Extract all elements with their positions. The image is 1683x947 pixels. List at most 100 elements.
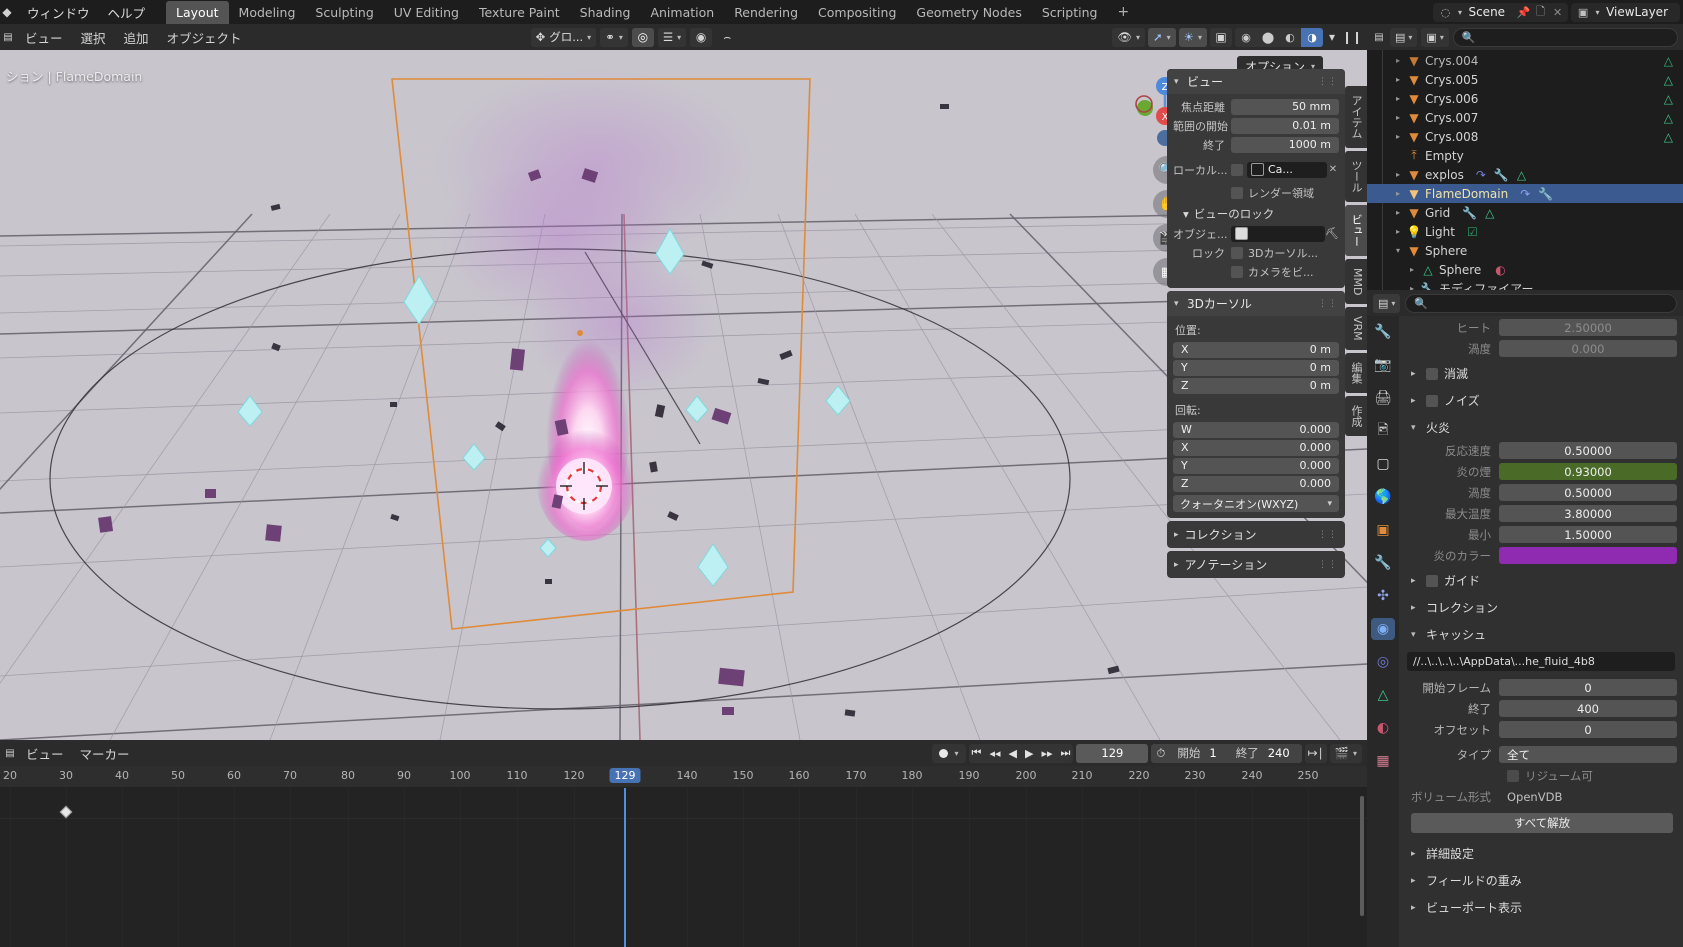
extra-tool-icon[interactable]: ⌢ [716, 28, 738, 47]
disclosure-triangle-icon[interactable]: ▸ [1391, 208, 1405, 217]
mesh-data-icon[interactable]: △ [1664, 111, 1673, 125]
tab-rendering[interactable]: Rendering [724, 1, 808, 24]
outliner-row-empty[interactable]: ⤒ Empty [1367, 146, 1683, 165]
snap-dropdown[interactable]: ⚭ ▾ [600, 27, 628, 47]
new-scene-icon[interactable]: 🗋 [1532, 3, 1549, 22]
mesh-data-icon[interactable]: △ [1664, 130, 1673, 144]
viewport-menu-select[interactable]: 選択 [72, 25, 115, 50]
modifier-icon[interactable]: 🔧 [1462, 206, 1477, 220]
npanel-tab-create[interactable]: 作成 [1345, 396, 1367, 437]
outliner-row-crys008[interactable]: ▸ ▼ Crys.008 △ [1367, 127, 1683, 146]
timeline-menu-marker[interactable]: マーカー [72, 741, 138, 766]
next-keyframe-icon[interactable]: ▸▸ [1041, 747, 1052, 760]
light-data-icon[interactable]: ☑ [1467, 225, 1478, 239]
outliner-row-grid[interactable]: ▸ ▼ Grid 🔧 △ [1367, 203, 1683, 222]
local-camera-checkbox[interactable] [1231, 163, 1243, 176]
collection-section-header[interactable]: ▸ コレクション [1403, 594, 1677, 621]
visibility-dropdown[interactable]: 👁 ▾ [1112, 27, 1146, 47]
close-icon[interactable]: ✕ [1327, 164, 1339, 175]
disclosure-triangle-icon[interactable]: ▾ [1391, 246, 1405, 255]
tab-shading[interactable]: Shading [570, 1, 641, 24]
tab-uv-editing[interactable]: UV Editing [384, 1, 469, 24]
gizmo-toggle[interactable]: ➚ ▾ [1148, 27, 1176, 47]
animation-icon[interactable]: ↷ [1476, 168, 1486, 182]
tab-scripting[interactable]: Scripting [1032, 1, 1108, 24]
material-icon[interactable]: ◐ [1495, 263, 1505, 277]
playhead-label[interactable]: 129 [609, 768, 641, 783]
add-workspace-button[interactable]: + [1107, 2, 1139, 22]
start-frame-value[interactable]: 1 [1207, 746, 1228, 760]
properties-search-input[interactable]: 🔍 [1405, 293, 1677, 313]
data-icon[interactable]: △ [1371, 684, 1395, 706]
dissolve-checkbox[interactable] [1426, 367, 1438, 380]
tab-modeling[interactable]: Modeling [229, 1, 306, 24]
tab-texture-paint[interactable]: Texture Paint [469, 1, 570, 24]
noise-section-header[interactable]: ▸ ノイズ [1403, 387, 1677, 414]
noise-checkbox[interactable] [1426, 394, 1438, 407]
npanel-tab-view[interactable]: ビュー [1345, 205, 1367, 256]
disclosure-triangle-icon[interactable]: ▸ [1391, 170, 1405, 179]
overlays-toggle[interactable]: ☀ ▾ [1178, 27, 1207, 47]
clip-end-field[interactable]: 1000 m [1231, 136, 1339, 153]
world-icon[interactable]: 🌎 [1371, 486, 1395, 508]
flame-smoke-field[interactable]: 0.93000 [1499, 463, 1677, 480]
scene-icon[interactable]: ▢ [1371, 453, 1395, 475]
blender-logo-icon[interactable]: ◆ [0, 5, 14, 19]
viewport-menu-add[interactable]: 追加 [115, 25, 158, 50]
output-icon[interactable]: 🖨 [1371, 387, 1395, 409]
render-region-row[interactable]: レンダー領域 [1173, 184, 1339, 201]
jump-end-icon[interactable]: ⏭ [1060, 746, 1070, 760]
outliner-filter-button[interactable]: ▣ ▾ [1421, 27, 1449, 47]
tab-compositing[interactable]: Compositing [808, 1, 906, 24]
npanel-tab-mmd[interactable]: MMD [1345, 259, 1367, 305]
viewport-display-section-header[interactable]: ▸ ビューポート表示 [1403, 894, 1677, 921]
outliner-row-light[interactable]: ▸ 💡 Light ☑ [1367, 222, 1683, 241]
disclosure-triangle-icon[interactable]: ▸ [1391, 132, 1405, 141]
disclosure-triangle-icon[interactable]: ▸ [1391, 94, 1405, 103]
cache-offset-field[interactable]: 0 [1499, 721, 1677, 738]
outliner-search-input[interactable]: 🔍 [1452, 27, 1678, 47]
min-temp-field[interactable]: 1.50000 [1499, 526, 1677, 543]
cache-end-field[interactable]: 400 [1499, 700, 1677, 717]
npanel-tab-item[interactable]: アイテム [1345, 86, 1367, 148]
render-region-checkbox[interactable] [1231, 186, 1243, 199]
cursor-pos-z-field[interactable]: Z 0 m [1173, 377, 1339, 394]
material-icon[interactable]: ◐ [1371, 717, 1395, 739]
outliner-row-sphere[interactable]: ▾ ▼ Sphere [1367, 241, 1683, 260]
falloff-dropdown[interactable]: ☰ ▾ [657, 27, 687, 47]
properties-editor-type-dropdown[interactable]: ▤ ▾ [1373, 293, 1401, 313]
texture-icon[interactable]: ▦ [1371, 750, 1395, 772]
shading-rendered-icon[interactable]: ◑ [1301, 27, 1323, 47]
local-camera-field[interactable]: Ca... [1247, 161, 1327, 178]
shading-dropdown-icon[interactable]: ▾ [1326, 28, 1338, 47]
cursor-section-header[interactable]: ▾ 3Dカーソル ⋮⋮ [1167, 291, 1345, 316]
mesh-data-icon[interactable]: △ [1485, 206, 1494, 220]
heat-field[interactable]: 2.50000 [1499, 319, 1677, 336]
outliner-row-crys006[interactable]: ▸ ▼ Crys.006 △ [1367, 89, 1683, 108]
tab-layout[interactable]: Layout [166, 0, 229, 24]
modifier-icon[interactable]: 🔧 [1494, 168, 1509, 182]
cache-section-header[interactable]: ▾ キャッシュ [1403, 621, 1677, 648]
tab-geometry-nodes[interactable]: Geometry Nodes [906, 1, 1031, 24]
resumable-checkbox[interactable] [1507, 769, 1519, 782]
viewport-menu-view[interactable]: ビュー [16, 25, 72, 50]
object-icon[interactable]: ▣ [1371, 519, 1395, 541]
pause-icon[interactable]: ❙❙ [1341, 28, 1363, 47]
outliner-row-sphere-data[interactable]: ▸ △ Sphere ◐ [1367, 260, 1683, 279]
guide-section-header[interactable]: ▸ ガイド [1403, 567, 1677, 594]
disclosure-triangle-icon[interactable]: ▸ [1391, 56, 1405, 65]
timeline-ruler[interactable]: 20 30 40 50 60 70 80 90 100 110 120 129 … [0, 766, 1367, 788]
playhead-line[interactable] [624, 788, 626, 947]
lock-cursor-checkbox[interactable] [1231, 246, 1243, 259]
disclosure-triangle-icon[interactable]: ▸ [1391, 113, 1405, 122]
disclosure-triangle-icon[interactable]: ▸ [1391, 227, 1405, 236]
timeline-track-area[interactable] [0, 788, 1367, 947]
outliner-row-flamedomain[interactable]: ▸ ▼ FlameDomain ↷ 🔧 [1367, 184, 1683, 203]
menu-help[interactable]: ヘルプ [99, 0, 155, 25]
eyedropper-icon[interactable]: ⛏ [1325, 227, 1339, 240]
shading-solid-icon[interactable]: ⬤ [1257, 28, 1279, 47]
particles-icon[interactable]: ✣ [1371, 585, 1395, 607]
cursor-pos-y-field[interactable]: Y 0 m [1173, 359, 1339, 376]
sync-range-icon[interactable]: ↦∣ [1304, 743, 1327, 763]
scene-selector[interactable]: ◌ ▾ Scene 📌 🗋 ✕ [1433, 2, 1569, 22]
